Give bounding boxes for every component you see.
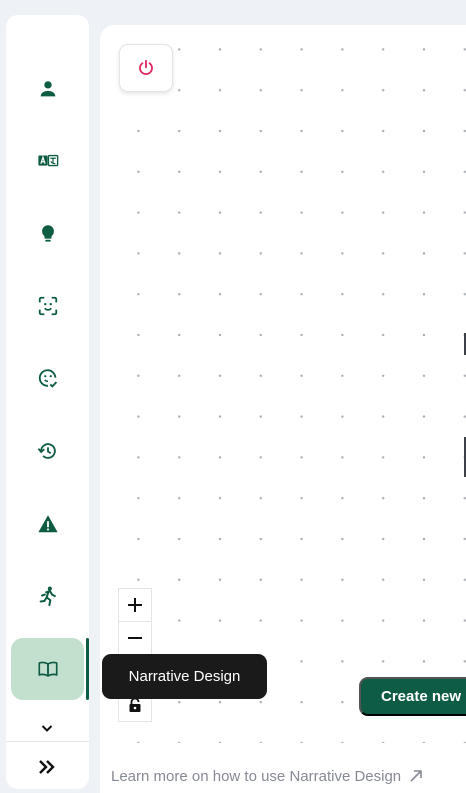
sidebar-item-face-scan[interactable] bbox=[11, 275, 84, 337]
warning-icon bbox=[37, 515, 58, 533]
lightbulb-icon bbox=[41, 225, 54, 242]
plus-icon bbox=[128, 598, 142, 612]
zoom-in-button[interactable] bbox=[119, 589, 151, 622]
sidebar-item-actions[interactable] bbox=[11, 565, 84, 627]
external-link-icon bbox=[410, 770, 422, 782]
sidebar-item-safety[interactable] bbox=[11, 493, 84, 555]
create-new-button[interactable]: Create new bbox=[359, 677, 466, 716]
sidebar-item-knowledge[interactable] bbox=[11, 203, 84, 265]
expand-sidebar-button[interactable] bbox=[32, 713, 62, 743]
learn-more-label: Learn more on how to use Narrative Desig… bbox=[111, 767, 402, 785]
sidebar-divider bbox=[6, 741, 89, 742]
chevron-down-icon bbox=[41, 725, 53, 732]
person-icon bbox=[40, 81, 55, 97]
sidebar-item-emotions[interactable] bbox=[11, 347, 84, 409]
power-icon bbox=[139, 59, 153, 75]
power-button[interactable] bbox=[119, 44, 173, 92]
face-scan-icon bbox=[38, 296, 57, 316]
create-new-label: Create new bbox=[381, 688, 462, 705]
sidebar bbox=[6, 15, 89, 789]
learn-more-link[interactable]: Learn more on how to use Narrative Desig… bbox=[111, 766, 423, 786]
tooltip-text: Narrative Design bbox=[128, 668, 241, 685]
double-chevron-right-icon bbox=[39, 760, 55, 774]
sidebar-item-translate[interactable] bbox=[11, 130, 84, 192]
sidebar-item-narrative-design[interactable] bbox=[11, 638, 84, 700]
minus-icon bbox=[128, 637, 142, 639]
sidebar-item-character[interactable] bbox=[11, 58, 84, 120]
app-root: Narrative Design Create new Learn more o… bbox=[0, 0, 466, 793]
running-icon bbox=[39, 586, 56, 607]
translate-icon bbox=[37, 154, 58, 167]
sidebar-item-history[interactable] bbox=[11, 420, 84, 482]
collapse-sidebar-button[interactable] bbox=[32, 752, 62, 782]
face-check-icon bbox=[38, 369, 57, 388]
history-icon bbox=[37, 443, 56, 459]
book-icon bbox=[37, 661, 58, 677]
zoom-out-button[interactable] bbox=[119, 622, 151, 655]
active-indicator bbox=[86, 638, 89, 700]
sidebar-tooltip: Narrative Design bbox=[102, 654, 267, 699]
